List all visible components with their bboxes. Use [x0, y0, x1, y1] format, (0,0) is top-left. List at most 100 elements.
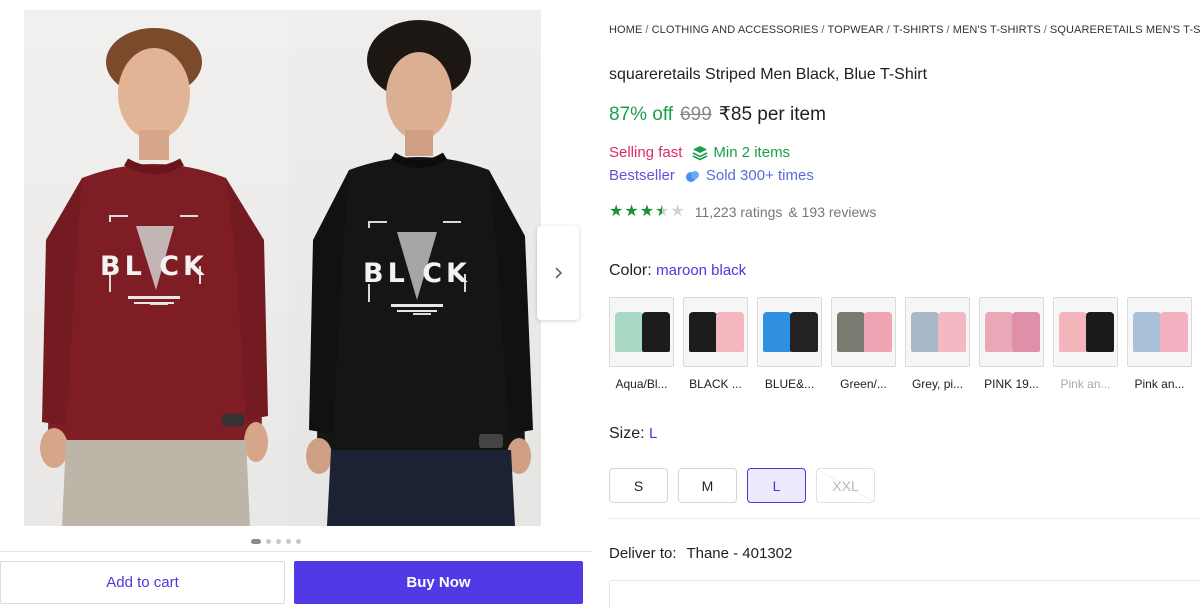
carousel-dot[interactable] — [276, 539, 281, 544]
add-to-cart-button[interactable]: Add to cart — [0, 561, 285, 604]
size-label: Size: — [609, 425, 645, 442]
selling-fast-badge: Selling fast — [609, 144, 683, 161]
breadcrumb-link[interactable]: MEN'S T-SHIRTS — [953, 24, 1041, 36]
size-option-xxl: XXL — [816, 468, 875, 503]
shirt-swatch — [938, 312, 966, 352]
breadcrumb-separator: / — [1043, 24, 1047, 36]
color-variant-label: PINK 19... — [984, 377, 1039, 391]
delivery-details-box[interactable] — [609, 580, 1200, 608]
color-label: Color: — [609, 262, 652, 279]
breadcrumb-separator: / — [821, 24, 825, 36]
breadcrumb-link[interactable]: T-SHIRTS — [893, 24, 944, 36]
divider — [609, 518, 1200, 519]
product-image-black: BL CK — [289, 10, 541, 526]
carousel-dot[interactable] — [251, 539, 261, 544]
size-options: S M L XXL — [609, 468, 875, 503]
color-variant-option[interactable]: Pink an... — [1127, 297, 1192, 391]
bestseller-badge: Bestseller — [609, 167, 675, 184]
sold-count-text: Sold 300+ times — [705, 167, 814, 184]
shirt-swatch — [985, 312, 1013, 352]
color-variant-label: Green/... — [840, 377, 887, 391]
color-variant-thumbnail — [905, 297, 970, 367]
breadcrumb-link[interactable]: HOME — [609, 24, 642, 36]
selected-size: L — [649, 425, 658, 442]
divider — [0, 551, 593, 552]
carousel-dot[interactable] — [266, 539, 271, 544]
rating-row[interactable]: ★ ★ ★ ★ ★ 11,223 ratings & 193 reviews — [609, 204, 877, 221]
size-selector-label: Size: L — [609, 425, 657, 443]
star-icon: ★ — [670, 203, 685, 220]
color-selector-label: Color: maroon black — [609, 262, 746, 280]
breadcrumb-link[interactable]: TOPWEAR — [828, 24, 884, 36]
product-image-gallery[interactable]: BL CK BL CK — [24, 10, 541, 526]
shirt-swatch — [1086, 312, 1114, 352]
breadcrumb-link[interactable]: SQUARERETAILS MEN'S T-SHIRTS — [1050, 24, 1200, 36]
image-carousel-dots — [251, 539, 301, 544]
delivery-location[interactable]: Deliver to: Thane - 401302 — [609, 545, 792, 562]
reviews-count: & 193 reviews — [788, 204, 877, 220]
breadcrumb: HOME / CLOTHING AND ACCESSORIES / TOPWEAR / T-… — [609, 24, 1200, 36]
selling-price: ₹85 per item — [718, 104, 826, 125]
color-variant-thumbnail — [1127, 297, 1192, 367]
star-icon: ★ — [624, 203, 639, 220]
product-image-maroon: BL CK — [24, 10, 289, 526]
color-variant-option[interactable]: PINK 19... — [979, 297, 1044, 391]
shirt-swatch — [1160, 312, 1188, 352]
color-variant-option[interactable]: BLACK ... — [683, 297, 748, 391]
size-option-s[interactable]: S — [609, 468, 668, 503]
color-variant-label: BLACK ... — [689, 377, 742, 391]
shirt-swatch — [911, 312, 939, 352]
color-variant-option[interactable]: Grey, pi... — [905, 297, 970, 391]
color-variant-option[interactable]: Green/... — [831, 297, 896, 391]
color-variant-label: Pink an... — [1060, 377, 1111, 391]
star-rating: ★ ★ ★ ★ ★ — [609, 204, 685, 220]
color-variant-thumbnail — [609, 297, 674, 367]
shirt-swatch — [1012, 312, 1040, 352]
sold-cloud-icon — [685, 170, 699, 182]
discount-percent: 87% off — [609, 104, 674, 125]
shirt-print-text: BL CK — [363, 258, 471, 289]
tag-row: Selling fast Min 2 items — [609, 144, 790, 161]
carousel-dot[interactable] — [296, 539, 301, 544]
breadcrumb-separator: / — [946, 24, 950, 36]
buy-now-button[interactable]: Buy Now — [294, 561, 583, 604]
shirt-print-text: BL CK — [100, 251, 208, 282]
color-variant-list: Aqua/Bl... BLACK ... BLUE&... Green/... Grey… — [609, 297, 1192, 391]
color-variant-thumbnail — [831, 297, 896, 367]
star-icon: ★ — [655, 203, 670, 220]
color-variant-thumbnail — [757, 297, 822, 367]
min-items-text: Min 2 items — [713, 144, 791, 161]
color-variant-thumbnail — [1053, 297, 1118, 367]
shirt-swatch — [689, 312, 717, 352]
shirt-swatch — [716, 312, 744, 352]
delivery-location-value: Thane - 401302 — [686, 545, 793, 562]
shirt-swatch — [864, 312, 892, 352]
sold-count-badge: Sold 300+ times — [685, 167, 814, 184]
color-variant-label: Aqua/Bl... — [615, 377, 668, 391]
breadcrumb-link[interactable]: CLOTHING AND ACCESSORIES — [652, 24, 819, 36]
shirt-swatch — [763, 312, 791, 352]
shirt-swatch — [1133, 312, 1161, 352]
star-icon: ★ — [609, 203, 624, 220]
shirt-swatch — [837, 312, 865, 352]
shirt-swatch — [790, 312, 818, 352]
next-image-button[interactable] — [537, 226, 579, 320]
carousel-dot[interactable] — [286, 539, 291, 544]
color-variant-label: Grey, pi... — [911, 377, 964, 391]
color-variant-option[interactable]: Aqua/Bl... — [609, 297, 674, 391]
color-variant-option[interactable]: BLUE&... — [757, 297, 822, 391]
shirt-swatch — [615, 312, 643, 352]
size-option-m[interactable]: M — [678, 468, 737, 503]
price-row: 87% off 699 ₹85 per item — [609, 103, 826, 126]
layers-icon — [693, 145, 708, 160]
tag-row: Bestseller Sold 300+ times — [609, 167, 814, 184]
color-variant-option[interactable]: Pink an... — [1053, 297, 1118, 391]
size-option-l[interactable]: L — [747, 468, 806, 503]
breadcrumb-separator: / — [645, 24, 649, 36]
min-items-badge: Min 2 items — [692, 144, 790, 161]
chevron-right-icon — [555, 267, 563, 279]
color-variant-label: BLUE&... — [764, 377, 815, 391]
color-variant-label: Pink an... — [1134, 377, 1185, 391]
color-variant-thumbnail — [683, 297, 748, 367]
ratings-count: 11,223 ratings — [694, 204, 783, 220]
